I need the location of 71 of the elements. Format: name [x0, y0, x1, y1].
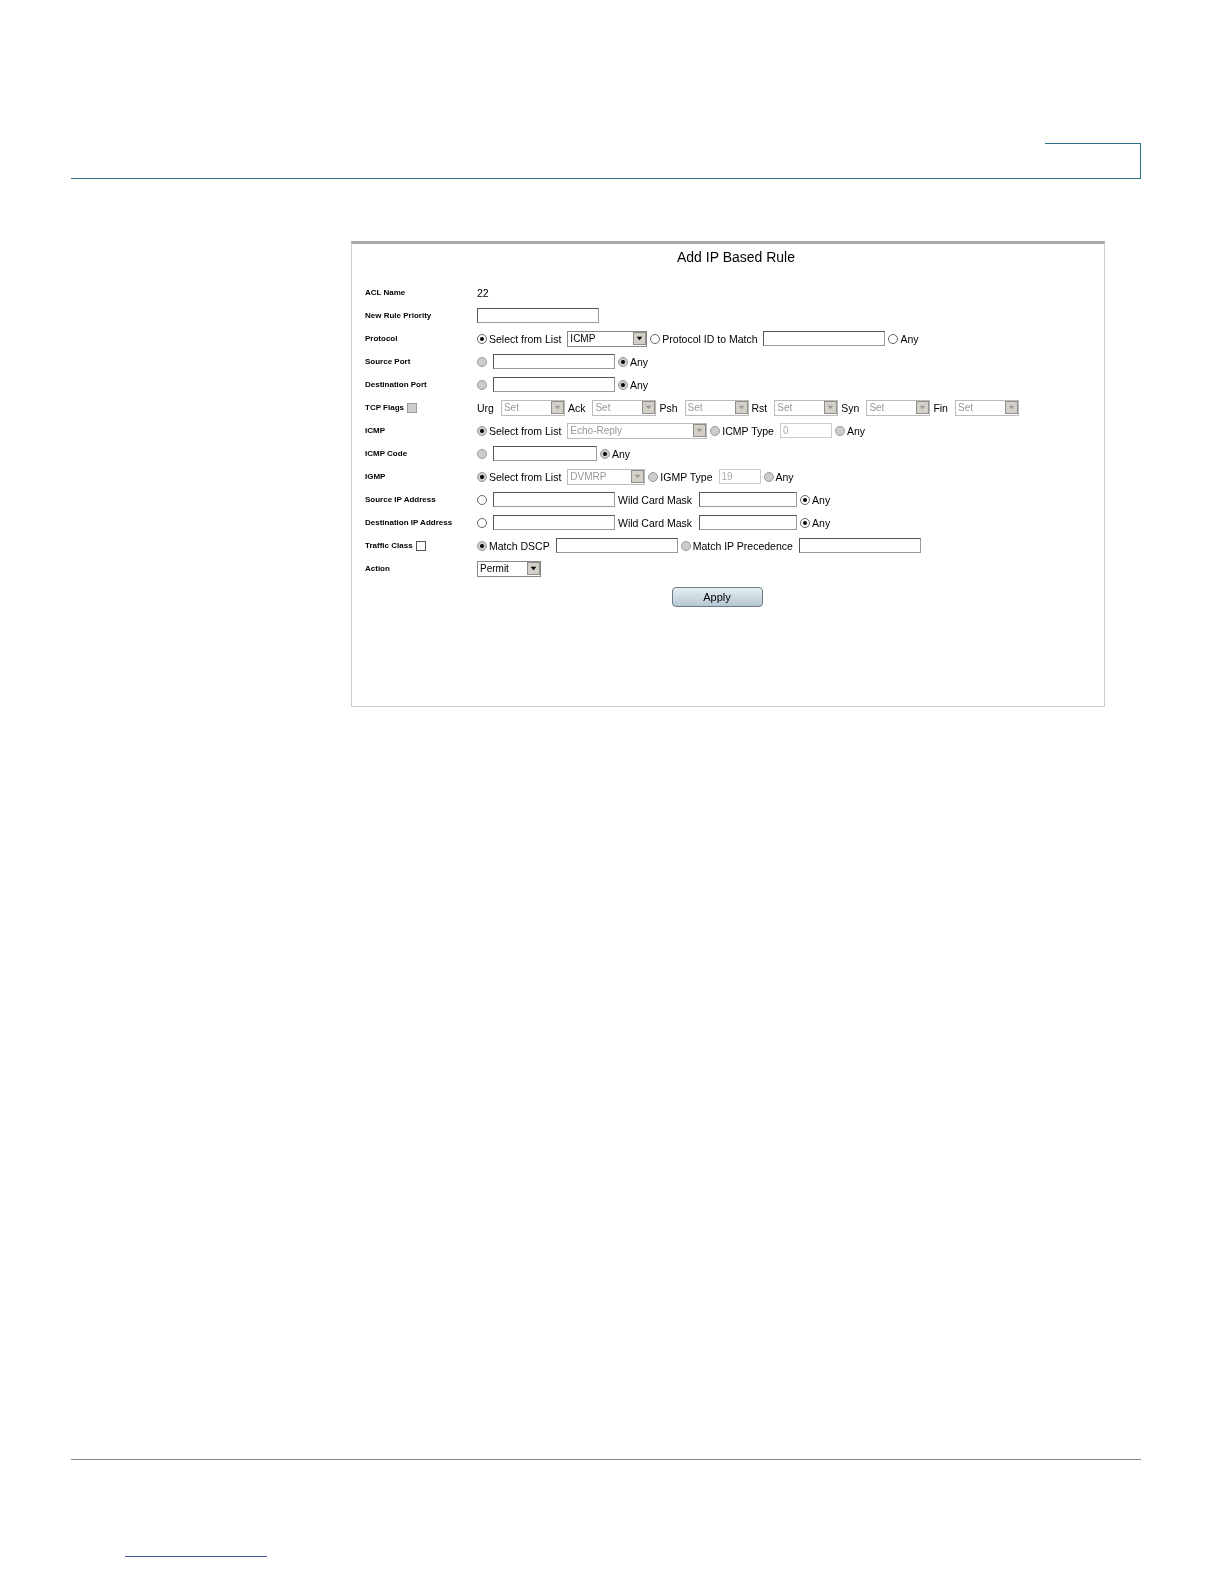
radio-label: Any: [612, 447, 631, 460]
input-field[interactable]: [493, 515, 615, 530]
radio-label: ICMP Type: [722, 424, 774, 437]
field-label: ICMP Code: [365, 449, 408, 458]
field-label: IGMP: [365, 472, 386, 481]
radio-button[interactable]: [477, 333, 487, 344]
field-label: ACL Name: [365, 288, 406, 297]
field-text: Psh: [659, 401, 678, 414]
radio-label: Select from List: [489, 424, 562, 437]
panel-title: Add IP Based Rule: [675, 249, 796, 265]
radio-label: Any: [900, 332, 919, 345]
radio-label: Any: [812, 516, 831, 529]
dropdown[interactable]: ICMP: [567, 330, 648, 347]
input-field[interactable]: [763, 331, 886, 346]
radio-label: Protocol ID to Match: [662, 332, 758, 345]
input-field[interactable]: [493, 377, 615, 392]
field-text: Syn: [841, 401, 860, 414]
input-field[interactable]: [699, 515, 798, 530]
caret-icon: [633, 332, 647, 345]
apply-button[interactable]: Apply: [671, 587, 763, 607]
radio-button[interactable]: [800, 517, 811, 528]
radio-label: Any: [630, 378, 649, 391]
field-text: Wild Card Mask: [618, 516, 693, 529]
caret-icon: [642, 401, 656, 414]
field-label: Source Port: [365, 357, 411, 366]
radio-button[interactable]: [650, 333, 661, 344]
radio-button[interactable]: [477, 517, 487, 528]
radio-label: IGMP Type: [660, 470, 713, 483]
dropdown[interactable]: Permit: [477, 560, 541, 577]
input-field[interactable]: [493, 446, 597, 461]
field-text: Wild Card Mask: [618, 493, 693, 506]
input-field[interactable]: [798, 538, 921, 553]
field-label: Protocol: [365, 334, 398, 343]
caret-icon: [693, 424, 707, 437]
input-field[interactable]: [699, 492, 798, 507]
radio-label: Any: [630, 355, 649, 368]
field-text: Urg: [477, 401, 494, 414]
checkbox[interactable]: [415, 540, 426, 551]
radio-label: Match DSCP: [489, 539, 550, 552]
input-field[interactable]: [477, 308, 599, 323]
field-label: Action: [365, 564, 390, 573]
radio-button[interactable]: [888, 333, 899, 344]
radio-button[interactable]: [477, 494, 487, 505]
radio-label: Any: [812, 493, 831, 506]
field-label: New Rule Priority: [365, 311, 432, 320]
caret-icon: [550, 401, 564, 414]
field-label: ICMP: [365, 426, 385, 435]
caret-icon: [824, 401, 838, 414]
radio-label: Select from List: [489, 332, 562, 345]
radio-label: Any: [846, 424, 865, 437]
field-label: Destination IP Address: [365, 518, 453, 527]
field-text: Fin: [933, 401, 948, 414]
caret-icon: [734, 401, 748, 414]
input-field[interactable]: [555, 538, 678, 553]
radio-label: Any: [775, 470, 794, 483]
radio-label: Select from List: [489, 470, 562, 483]
field-label: Destination Port: [365, 380, 427, 389]
radio-button[interactable]: [800, 494, 811, 505]
field-label: Source IP Address: [365, 495, 436, 504]
caret-icon: [916, 401, 930, 414]
field-label: TCP Flags: [365, 403, 404, 412]
input-field[interactable]: [493, 354, 615, 369]
field-text: Rst: [751, 401, 768, 414]
field-text: Ack: [567, 401, 586, 414]
caret-icon: [1004, 401, 1018, 414]
field-text: 22: [477, 286, 489, 299]
caret-icon: [527, 562, 540, 575]
radio-label: Match IP Precedence: [692, 539, 793, 552]
input-field[interactable]: [493, 492, 615, 507]
caret-icon: [631, 470, 645, 483]
field-label: Traffic Class: [365, 541, 413, 550]
